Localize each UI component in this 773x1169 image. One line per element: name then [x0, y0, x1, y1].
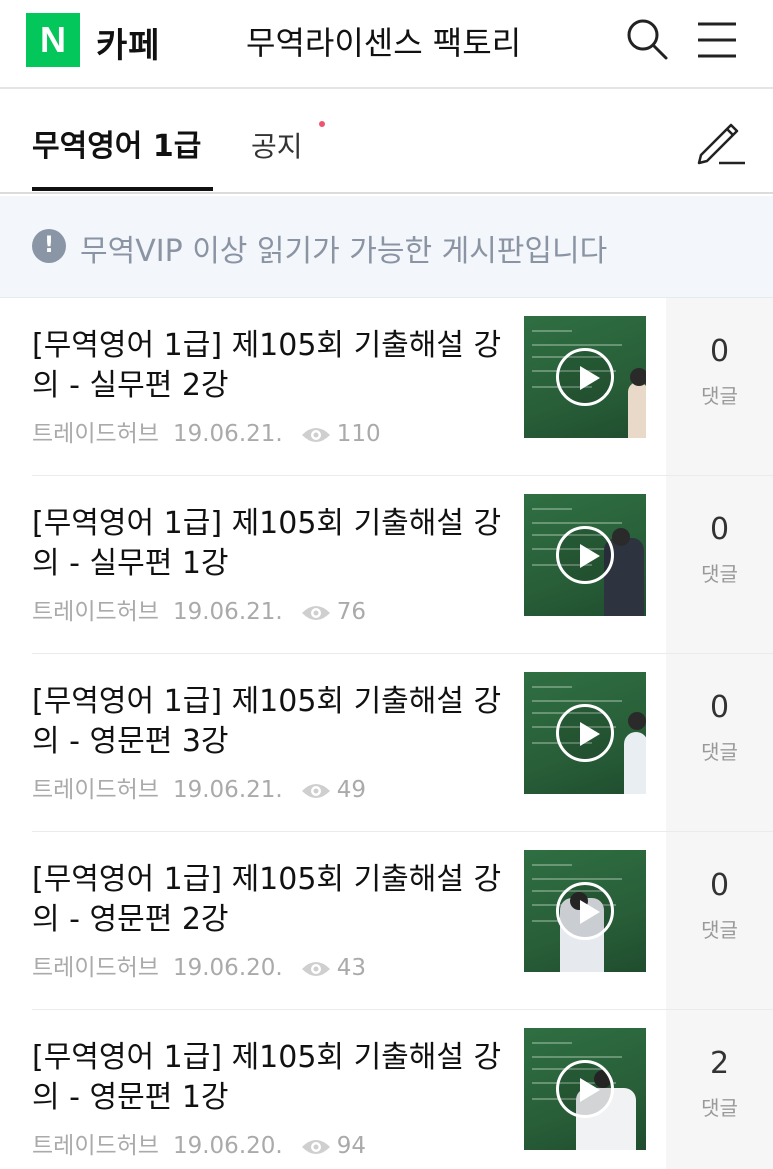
post-date: 19.06.20. [172, 955, 283, 981]
play-icon [556, 348, 614, 406]
post-meta: 트레이드허브 19.06.21. 49 [32, 770, 366, 804]
comment-count: 2 [709, 1046, 730, 1081]
board-writing [532, 878, 622, 880]
tab-notice[interactable]: 공지 [251, 125, 303, 165]
post-views: 94 [301, 1133, 366, 1159]
banner-text: 무역VIP 이상 읽기가 가능한 게시판입니다 [80, 234, 608, 269]
comment-label: 댓글 [701, 562, 738, 586]
hamburger-icon [698, 22, 736, 58]
board-writing [532, 1042, 572, 1044]
post-author: 트레이드허브 [32, 777, 159, 803]
new-badge-dot [319, 121, 325, 127]
exclamation-icon: ! [32, 229, 66, 263]
post-title[interactable]: [무역영어 1급] 제105회 기출해설 강의 - 영문편 2강 [32, 860, 502, 940]
view-count: 76 [336, 599, 366, 625]
eye-icon [301, 427, 330, 442]
view-count: 110 [336, 421, 381, 447]
board-writing [532, 508, 572, 510]
eye-icon [301, 961, 330, 976]
cafe-title[interactable]: 무역라이센스 팩토리 [246, 18, 521, 64]
post-views: 76 [301, 599, 366, 625]
menu-button[interactable] [696, 20, 738, 60]
eye-icon [301, 605, 330, 620]
naver-logo[interactable]: N [26, 13, 80, 67]
comment-count: 0 [709, 690, 730, 725]
comment-label: 댓글 [701, 918, 738, 942]
write-button[interactable] [693, 117, 747, 167]
post-date: 19.06.21. [172, 599, 283, 625]
play-icon [556, 1060, 614, 1118]
post-item[interactable]: [무역영어 1급] 제105회 기출해설 강의 - 영문편 3강 트레이드허브 1… [0, 654, 773, 832]
post-views: 110 [301, 421, 381, 447]
comment-label: 댓글 [701, 384, 738, 408]
comment-count-button[interactable]: 0 댓글 [666, 654, 773, 832]
post-item[interactable]: [무역영어 1급] 제105회 기출해설 강의 - 실무편 1강 트레이드허브 1… [0, 476, 773, 654]
board-tabs: 무역영어 1급 공지 [0, 91, 773, 194]
post-title[interactable]: [무역영어 1급] 제105회 기출해설 강의 - 실무편 1강 [32, 504, 502, 584]
permission-notice-banner: ! 무역VIP 이상 읽기가 가능한 게시판입니다 [0, 196, 773, 298]
board-writing [532, 330, 572, 332]
post-item[interactable]: [무역영어 1급] 제105회 기출해설 강의 - 실무편 2강 트레이드허브 1… [0, 298, 773, 476]
search-icon [627, 19, 668, 60]
video-thumbnail[interactable] [524, 850, 646, 972]
comment-count: 0 [709, 868, 730, 903]
post-author: 트레이드허브 [32, 421, 159, 447]
post-list: [무역영어 1급] 제105회 기출해설 강의 - 실무편 2강 트레이드허브 1… [0, 298, 773, 1169]
post-date: 19.06.20. [172, 1133, 283, 1159]
video-thumbnail[interactable] [524, 1028, 646, 1150]
post-title[interactable]: [무역영어 1급] 제105회 기출해설 강의 - 영문편 1강 [32, 1038, 502, 1118]
video-thumbnail[interactable] [524, 316, 646, 438]
view-count: 49 [336, 777, 366, 803]
comment-count-button[interactable]: 0 댓글 [666, 298, 773, 476]
post-author: 트레이드허브 [32, 1133, 159, 1159]
play-icon [556, 882, 614, 940]
lecturer-head [628, 712, 646, 730]
tab-board[interactable]: 무역영어 1급 [32, 121, 201, 165]
video-thumbnail[interactable] [524, 494, 646, 616]
lecturer-figure [624, 732, 646, 794]
eye-icon [301, 783, 330, 798]
comment-count-button[interactable]: 0 댓글 [666, 832, 773, 1010]
lecturer-figure [628, 382, 646, 438]
comment-count-button[interactable]: 2 댓글 [666, 1010, 773, 1169]
view-count: 43 [336, 955, 366, 981]
post-item[interactable]: [무역영어 1급] 제105회 기출해설 강의 - 영문편 1강 트레이드허브 1… [0, 1010, 773, 1169]
post-title[interactable]: [무역영어 1급] 제105회 기출해설 강의 - 실무편 2강 [32, 326, 502, 406]
comment-count-button[interactable]: 0 댓글 [666, 476, 773, 654]
lecturer-head [630, 368, 646, 386]
board-writing [532, 1056, 622, 1058]
post-views: 49 [301, 777, 366, 803]
post-meta: 트레이드허브 19.06.21. 110 [32, 414, 381, 448]
post-item[interactable]: [무역영어 1급] 제105회 기출해설 강의 - 영문편 2강 트레이드허브 1… [0, 832, 773, 1010]
video-thumbnail[interactable] [524, 672, 646, 794]
comment-label: 댓글 [701, 740, 738, 764]
post-date: 19.06.21. [172, 421, 283, 447]
board-writing [532, 522, 622, 524]
active-tab-indicator [32, 187, 213, 191]
board-writing [532, 700, 622, 702]
play-icon [556, 526, 614, 584]
post-date: 19.06.21. [172, 777, 283, 803]
eye-icon [301, 1139, 330, 1154]
post-views: 43 [301, 955, 366, 981]
view-count: 94 [336, 1133, 366, 1159]
board-writing [532, 686, 572, 688]
board-writing [532, 864, 572, 866]
post-author: 트레이드허브 [32, 955, 159, 981]
post-meta: 트레이드허브 19.06.20. 94 [32, 1126, 366, 1160]
search-button[interactable] [624, 16, 670, 62]
app-header: N 카페 무역라이센스 팩토리 [0, 0, 773, 89]
board-writing [532, 344, 622, 346]
post-author: 트레이드허브 [32, 599, 159, 625]
lecturer-head [612, 528, 630, 546]
comment-count: 0 [709, 512, 730, 547]
post-meta: 트레이드허브 19.06.20. 43 [32, 948, 366, 982]
post-meta: 트레이드허브 19.06.21. 76 [32, 592, 366, 626]
comment-label: 댓글 [701, 1096, 738, 1120]
comment-count: 0 [709, 334, 730, 369]
pencil-icon [697, 123, 745, 165]
cafe-logo-text[interactable]: 카페 [96, 18, 161, 67]
post-title[interactable]: [무역영어 1급] 제105회 기출해설 강의 - 영문편 3강 [32, 682, 502, 762]
play-icon [556, 704, 614, 762]
